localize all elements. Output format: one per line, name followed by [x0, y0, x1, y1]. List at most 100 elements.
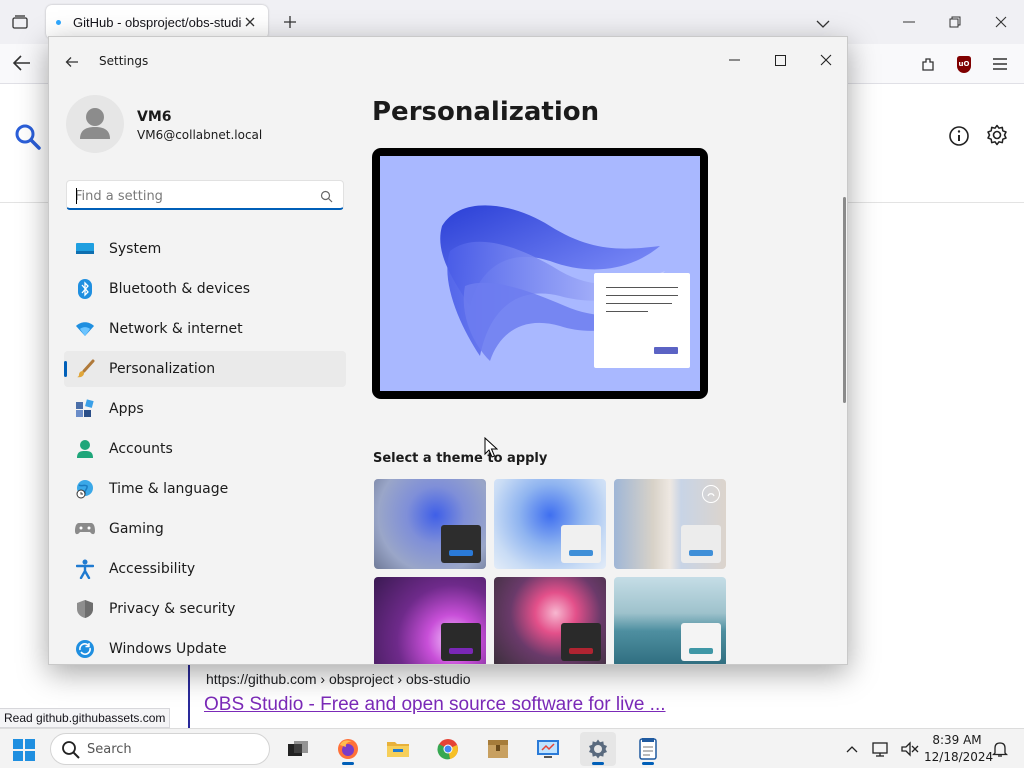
file-explorer-icon[interactable] — [380, 732, 416, 766]
mouse-pointer-icon — [484, 436, 499, 463]
user-name: VM6 — [137, 109, 172, 125]
sidebar-item-label: Apps — [109, 401, 144, 417]
archive-icon[interactable] — [480, 732, 516, 766]
sidebar-item-label: Privacy & security — [109, 601, 236, 617]
title-bar: Settings — [49, 37, 847, 85]
sidebar-item-label: Accessibility — [109, 561, 196, 577]
minimize-icon[interactable] — [900, 13, 918, 31]
sidebar-item-label: Windows Update — [109, 641, 227, 657]
restore-icon[interactable] — [946, 13, 964, 31]
volume-muted-icon[interactable] — [900, 739, 920, 759]
sidebar-item-label: Network & internet — [109, 321, 243, 337]
close-tab-icon[interactable] — [242, 14, 258, 30]
main-content: Personalization Select a theme to apply — [371, 85, 841, 664]
sidebar-item-label: Time & language — [109, 481, 229, 497]
result-url[interactable]: https://github.com › obsproject › obs-st… — [206, 671, 471, 687]
back-arrow-icon[interactable] — [12, 54, 32, 76]
gamepad-icon — [74, 518, 96, 540]
info-icon[interactable] — [948, 125, 970, 151]
apps-icon — [74, 398, 96, 420]
browser-tab[interactable]: GitHub - obsproject/obs-studio — [46, 5, 268, 39]
task-view-icon[interactable] — [280, 732, 316, 766]
captured-motion-theme[interactable] — [494, 577, 606, 664]
avatar[interactable] — [66, 95, 124, 153]
sidebar-item-network[interactable]: Network & internet — [64, 311, 346, 347]
flow-theme[interactable] — [614, 577, 726, 664]
update-icon — [74, 638, 96, 660]
taskbar-search[interactable]: Search — [50, 733, 270, 765]
chevron-up-icon[interactable] — [842, 739, 862, 759]
result-title-link[interactable]: OBS Studio - Free and open source softwa… — [204, 694, 666, 716]
search-icon — [61, 740, 81, 764]
preview-window — [594, 273, 690, 368]
close-icon[interactable] — [992, 13, 1010, 31]
paintbrush-icon — [74, 358, 96, 380]
theme-preview — [372, 148, 708, 399]
firefox-icon[interactable] — [330, 732, 366, 766]
control-panel-icon[interactable] — [530, 732, 566, 766]
extensions-icon[interactable] — [918, 54, 938, 74]
maximize-icon[interactable] — [765, 45, 795, 75]
user-email: VM6@collabnet.local — [137, 128, 263, 142]
page-title: Personalization — [372, 97, 600, 127]
settings-nav: System Bluetooth & devices Network & int… — [64, 231, 346, 664]
notification-bell-icon[interactable] — [990, 739, 1010, 759]
new-tab-icon[interactable] — [280, 12, 300, 32]
windows-start-icon[interactable] — [13, 739, 35, 765]
window-title: Settings — [99, 54, 149, 68]
minimize-icon[interactable] — [719, 45, 749, 75]
tab-list-icon[interactable] — [8, 11, 32, 33]
gear-icon[interactable] — [986, 124, 1008, 150]
windows-light-theme[interactable] — [494, 479, 606, 569]
accessibility-icon — [74, 558, 96, 580]
clock-date: 12/18/2024 — [924, 750, 994, 764]
windows-dark-theme[interactable] — [374, 479, 486, 569]
accounts-icon — [74, 438, 96, 460]
tab-favicon-icon — [56, 19, 61, 25]
system-clock[interactable]: 8:39 AM 12/18/2024 — [924, 732, 994, 766]
back-arrow-icon[interactable] — [65, 53, 79, 72]
text-caret — [76, 188, 77, 204]
sidebar-item-accounts[interactable]: Accounts — [64, 431, 346, 467]
shield-icon — [74, 598, 96, 620]
network-tray-icon[interactable] — [870, 739, 890, 759]
scrollbar-thumb[interactable] — [843, 197, 846, 403]
close-icon[interactable] — [811, 45, 841, 75]
menu-icon[interactable] — [990, 54, 1010, 74]
ublock-icon[interactable]: uO — [954, 54, 974, 74]
sidebar-item-privacy-security[interactable]: Privacy & security — [64, 591, 346, 627]
sidebar-item-windows-update[interactable]: Windows Update — [64, 631, 346, 664]
system-icon — [74, 238, 96, 260]
search-icon[interactable] — [14, 123, 42, 155]
sidebar-item-label: Accounts — [109, 441, 173, 457]
chrome-icon[interactable] — [430, 732, 466, 766]
chevron-down-icon[interactable] — [816, 14, 830, 33]
sidebar-item-gaming[interactable]: Gaming — [64, 511, 346, 547]
notepad-icon[interactable] — [630, 732, 666, 766]
sidebar-item-accessibility[interactable]: Accessibility — [64, 551, 346, 587]
glow-theme[interactable] — [374, 577, 486, 664]
sidebar-item-bluetooth[interactable]: Bluetooth & devices — [64, 271, 346, 307]
network-icon — [74, 318, 96, 340]
sidebar-item-apps[interactable]: Apps — [64, 391, 346, 427]
clock-time: 8:39 AM — [932, 733, 982, 747]
theme-section-label: Select a theme to apply — [373, 451, 548, 466]
sidebar-item-system[interactable]: System — [64, 231, 346, 267]
tab-title: GitHub - obsproject/obs-studio — [73, 14, 242, 30]
taskbar: Search 8:39 AM 12/18/2024 — [0, 728, 1024, 768]
sidebar-item-time-language[interactable]: Time & language — [64, 471, 346, 507]
settings-app-icon[interactable] — [580, 732, 616, 766]
sidebar-item-label: Gaming — [109, 521, 164, 537]
settings-search-box[interactable] — [66, 180, 344, 210]
search-result: https://github.com › obsproject › obs-st… — [188, 664, 788, 728]
search-input[interactable] — [75, 186, 305, 206]
bluetooth-icon — [74, 278, 96, 300]
search-icon — [320, 188, 333, 207]
settings-window: Settings VM6 VM6@collabnet.local System — [48, 36, 848, 665]
sidebar-item-personalization[interactable]: Personalization — [64, 351, 346, 387]
camera-icon — [702, 485, 720, 503]
sidebar-item-label: Bluetooth & devices — [109, 281, 251, 297]
windows-spotlight-theme[interactable] — [614, 479, 726, 569]
globe-clock-icon — [74, 478, 96, 500]
sidebar-item-label: System — [109, 241, 162, 257]
